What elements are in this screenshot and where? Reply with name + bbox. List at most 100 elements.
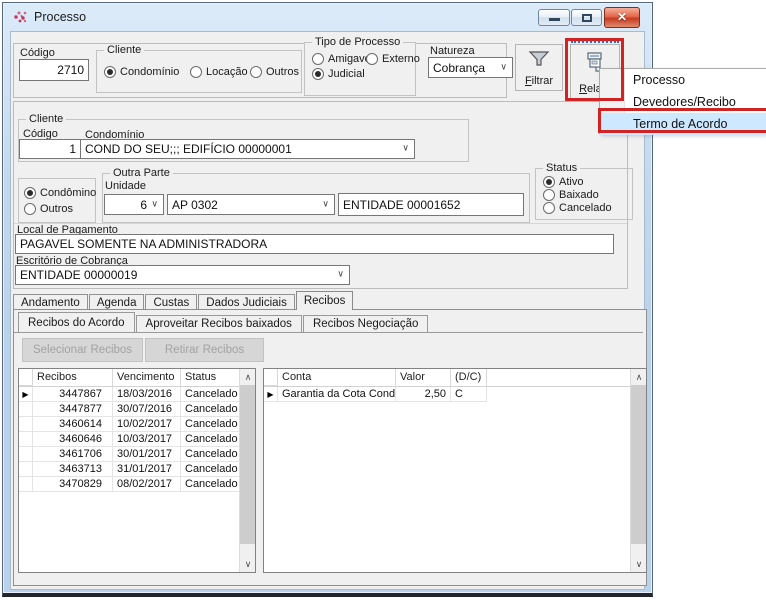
row-marker xyxy=(19,477,33,492)
status-radio-0[interactable]: Ativo xyxy=(543,176,583,188)
row-marker xyxy=(19,462,33,477)
scroll-down-icon[interactable]: ∨ xyxy=(240,556,256,572)
filtrar-button[interactable]: Filtrar xyxy=(515,44,563,91)
column-header[interactable]: Conta xyxy=(278,369,396,386)
table-row[interactable]: ▶344786718/03/2016Cancelado xyxy=(19,387,255,402)
menu-item-devedores-recibo[interactable]: Devedores/Recibo xyxy=(600,91,766,113)
tab-andamento[interactable]: Andamento xyxy=(13,294,88,310)
row-marker xyxy=(19,432,33,447)
retirar-recibos-button[interactable]: Retirar Recibos xyxy=(145,338,264,362)
tab-custas[interactable]: Custas xyxy=(145,294,197,310)
app-window: Processo ✕ Código 2710 Cliente Condomíni… xyxy=(2,2,653,597)
column-header[interactable]: Vencimento xyxy=(113,369,181,386)
entity-input[interactable]: ENTIDADE 00001652 xyxy=(338,193,524,216)
chevron-down-icon: ∨ xyxy=(322,198,329,209)
conta-grid-scrollbar[interactable]: ∧ ∨ xyxy=(630,369,646,572)
party-radio-1[interactable]: Outros xyxy=(24,203,73,215)
minimize-button[interactable] xyxy=(538,9,570,26)
scrollbar-thumb[interactable] xyxy=(631,385,647,544)
table-cell: Cancelado xyxy=(181,417,240,432)
condominio-value: COND DO SEU;;; EDIFÍCIO 00000001 xyxy=(85,142,292,156)
subtab-strip: Recibos do AcordoAproveitar Recibos baix… xyxy=(18,312,638,333)
unit-name-select[interactable]: AP 0302 ∨ xyxy=(167,194,335,215)
party-radio-0[interactable]: Condômino xyxy=(24,187,96,199)
table-row[interactable]: 346061410/02/2017Cancelado xyxy=(19,417,255,432)
subtab-recibos-negociação[interactable]: Recibos Negociação xyxy=(303,315,428,332)
party-radio-label: Condômino xyxy=(40,187,96,199)
subtab-aproveitar-recibos-baixados[interactable]: Aproveitar Recibos baixados xyxy=(136,315,302,332)
cliente-group-label: Cliente xyxy=(104,44,144,56)
current-row-icon: ▶ xyxy=(19,387,33,402)
column-header[interactable]: (D/C) xyxy=(451,369,487,386)
cliente-radio-label: Locação xyxy=(206,66,248,78)
unit-name-value: AP 0302 xyxy=(172,198,218,212)
subtab-recibos-do-acordo[interactable]: Recibos do Acordo xyxy=(18,312,135,332)
natureza-select[interactable]: Cobrança ∨ xyxy=(428,57,513,78)
table-cell: Cancelado xyxy=(181,432,240,447)
selecionar-recibos-button[interactable]: Selecionar Recibos xyxy=(22,338,143,362)
table-row[interactable]: 346170630/01/2017Cancelado xyxy=(19,447,255,462)
unit-number-select[interactable]: 6 ∨ xyxy=(104,194,164,215)
column-header[interactable]: Status xyxy=(181,369,240,386)
tipo-radio-label: Judicial xyxy=(328,68,365,80)
status-radio-label: Baixado xyxy=(559,189,599,201)
table-row[interactable]: 344787730/07/2016Cancelado xyxy=(19,402,255,417)
tipo-radio-2[interactable]: Judicial xyxy=(312,68,365,80)
row-marker xyxy=(19,417,33,432)
column-header[interactable]: Valor xyxy=(396,369,451,386)
condominio-select[interactable]: COND DO SEU;;; EDIFÍCIO 00000001 ∨ xyxy=(80,139,415,159)
column-header[interactable]: Recibos xyxy=(33,369,113,386)
escritorio-value: ENTIDADE 00000019 xyxy=(20,268,137,282)
chevron-down-icon: ∨ xyxy=(500,61,507,72)
cliente-radio-2[interactable]: Outros xyxy=(250,66,299,78)
radio-icon xyxy=(543,176,555,188)
row-marker xyxy=(19,402,33,417)
menu-item-processo[interactable]: Processo xyxy=(600,69,766,91)
table-row[interactable]: 347082908/02/2017Cancelado xyxy=(19,477,255,492)
menu-item-termo-de-acordo[interactable]: Termo de Acordo xyxy=(600,113,766,135)
scroll-up-icon[interactable]: ∧ xyxy=(240,369,256,385)
cliente-codigo-input[interactable]: 1 xyxy=(19,139,81,159)
tipo-radio-0[interactable]: Amigavel xyxy=(312,53,373,65)
tab-strip: AndamentoAgendaCustasDados JudiciaisReci… xyxy=(13,291,647,310)
codigo-input[interactable]: 2710 xyxy=(19,59,89,81)
tab-recibos[interactable]: Recibos xyxy=(296,291,354,310)
cliente-radio-1[interactable]: Locação xyxy=(190,66,248,78)
row-marker xyxy=(19,447,33,462)
maximize-button[interactable] xyxy=(571,9,602,26)
status-radio-2[interactable]: Cancelado xyxy=(543,202,612,214)
scroll-up-icon[interactable]: ∧ xyxy=(631,369,647,385)
natureza-value: Cobrança xyxy=(433,61,485,75)
tab-agenda[interactable]: Agenda xyxy=(89,294,145,310)
status-radio-label: Ativo xyxy=(559,176,583,188)
local-pagamento-input[interactable]: PAGAVEL SOMENTE NA ADMINISTRADORA xyxy=(15,234,614,254)
outra-parte-label: Outra Parte xyxy=(110,167,173,179)
table-row[interactable]: ▶Garantia da Cota Cond.(S2,50C xyxy=(264,387,646,402)
client-area: Código 2710 Cliente CondomínioLocaçãoOut… xyxy=(10,31,645,590)
table-row[interactable]: 346064610/03/2017Cancelado xyxy=(19,432,255,447)
unidade-label: Unidade xyxy=(105,180,146,192)
radio-icon xyxy=(24,187,36,199)
minimize-icon xyxy=(549,18,560,21)
table-cell: 31/01/2017 xyxy=(113,462,181,477)
codigo-label: Código xyxy=(20,47,55,59)
screen: Processo ✕ Código 2710 Cliente Condomíni… xyxy=(0,0,766,600)
cliente-radio-0[interactable]: Condomínio xyxy=(104,66,179,78)
tab-dados-judiciais[interactable]: Dados Judiciais xyxy=(198,294,295,310)
tipo-radio-1[interactable]: Externo xyxy=(366,53,420,65)
escritorio-select[interactable]: ENTIDADE 00000019 ∨ xyxy=(15,265,350,285)
status-radio-1[interactable]: Baixado xyxy=(543,189,599,201)
party-radio-label: Outros xyxy=(40,203,73,215)
recibos-grid: RecibosVencimentoStatus ▶344786718/03/20… xyxy=(18,368,256,573)
recibos-grid-scrollbar[interactable]: ∧ ∨ xyxy=(239,369,255,572)
table-cell: C xyxy=(451,387,487,402)
scrollbar-thumb[interactable] xyxy=(240,385,256,544)
scroll-down-icon[interactable]: ∨ xyxy=(631,556,647,572)
window-title: Processo xyxy=(34,10,86,24)
close-button[interactable]: ✕ xyxy=(604,7,640,28)
radio-icon xyxy=(250,66,262,78)
status-radio-label: Cancelado xyxy=(559,202,612,214)
table-cell: 30/07/2016 xyxy=(113,402,181,417)
table-cell: 3447867 xyxy=(33,387,113,402)
table-row[interactable]: 346371331/01/2017Cancelado xyxy=(19,462,255,477)
